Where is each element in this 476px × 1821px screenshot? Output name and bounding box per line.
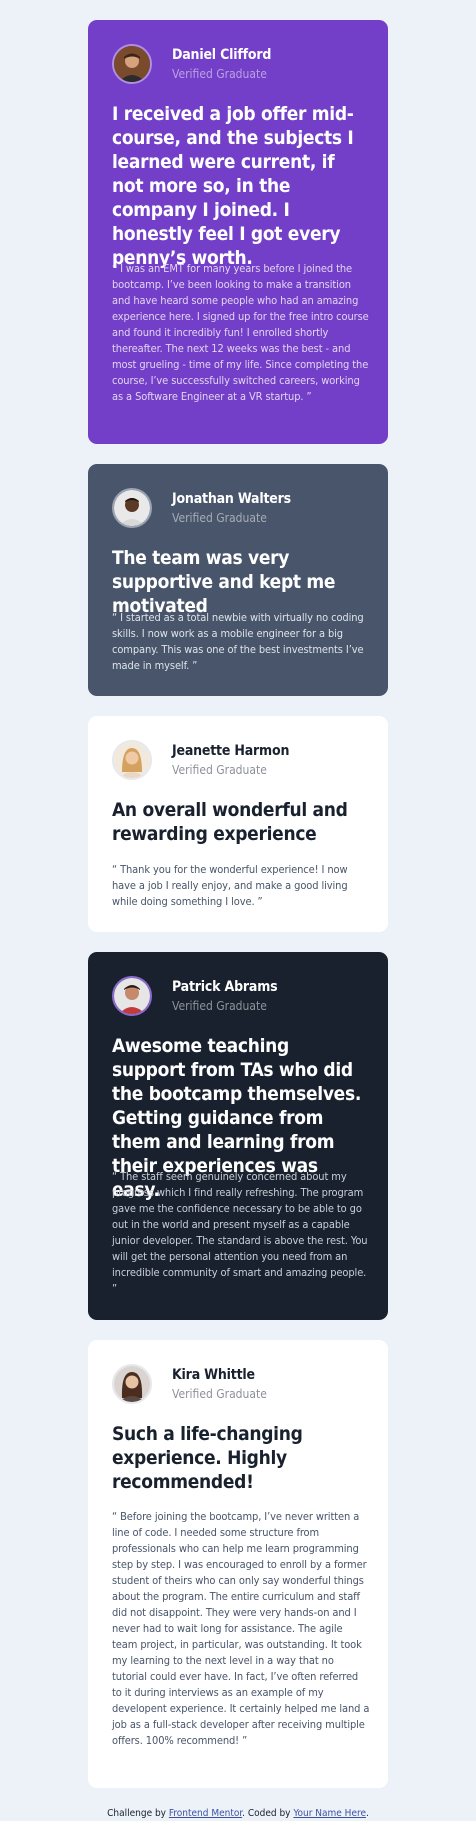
author-name: Jonathan Walters	[172, 490, 291, 507]
author-name: Jeanette Harmon	[172, 742, 290, 759]
attribution-footer: Challenge by Frontend Mentor. Coded by Y…	[0, 1808, 476, 1819]
testimonial-headline: I received a job offer mid-course, and t…	[112, 103, 354, 269]
testimonial-card-jonathan: Jonathan Walters Verified Graduate The t…	[88, 464, 388, 696]
testimonial-headline: Such a life-changing experience. Highly …	[112, 1423, 303, 1493]
footer-middle: . Coded by	[242, 1808, 294, 1819]
card-header: Kira Whittle Verified Graduate	[112, 1364, 267, 1404]
testimonial-quote: “ I was an EMT for many years before I j…	[112, 262, 369, 403]
avatar-jeanette	[112, 740, 152, 780]
avatar-jonathan	[112, 488, 152, 528]
card-header: Patrick Abrams Verified Graduate	[112, 976, 278, 1016]
testimonial-quote: “ I started as a total newbie with virtu…	[112, 611, 364, 672]
author-name: Kira Whittle	[172, 1366, 255, 1383]
author-role: Verified Graduate	[172, 510, 267, 525]
author-name: Daniel Clifford	[172, 46, 272, 63]
testimonial-card-daniel: Daniel Clifford Verified Graduate I rece…	[88, 20, 388, 444]
author-role: Verified Graduate	[172, 66, 267, 81]
avatar-kira	[112, 1364, 152, 1404]
card-header: Daniel Clifford Verified Graduate	[112, 44, 271, 84]
testimonial-card-kira: Kira Whittle Verified Graduate Such a li…	[88, 1340, 388, 1788]
author-role: Verified Graduate	[172, 1386, 267, 1401]
card-header: Jeanette Harmon Verified Graduate	[112, 740, 289, 780]
testimonial-card-jeanette: Jeanette Harmon Verified Graduate An ove…	[88, 716, 388, 932]
avatar-patrick	[112, 976, 152, 1016]
testimonial-quote: “ Before joining the bootcamp, I’ve neve…	[112, 1510, 370, 1747]
frontend-mentor-link[interactable]: Frontend Mentor	[169, 1808, 242, 1819]
testimonial-headline: An overall wonderful and rewarding exper…	[112, 799, 348, 845]
card-header: Jonathan Walters Verified Graduate	[112, 488, 291, 528]
testimonial-card-patrick: Patrick Abrams Verified Graduate Awesome…	[88, 952, 388, 1320]
footer-suffix: .	[366, 1808, 369, 1819]
testimonial-quote: “ The staff seem genuinely concerned abo…	[112, 1170, 368, 1295]
testimonial-headline: The team was very supportive and kept me…	[112, 547, 336, 617]
author-role: Verified Graduate	[172, 998, 267, 1013]
testimonial-quote: “ Thank you for the wonderful experience…	[112, 863, 348, 908]
author-link[interactable]: Your Name Here	[293, 1808, 366, 1819]
footer-prefix: Challenge by	[107, 1808, 169, 1819]
avatar-daniel	[112, 44, 152, 84]
author-role: Verified Graduate	[172, 762, 267, 777]
author-name: Patrick Abrams	[172, 978, 278, 995]
